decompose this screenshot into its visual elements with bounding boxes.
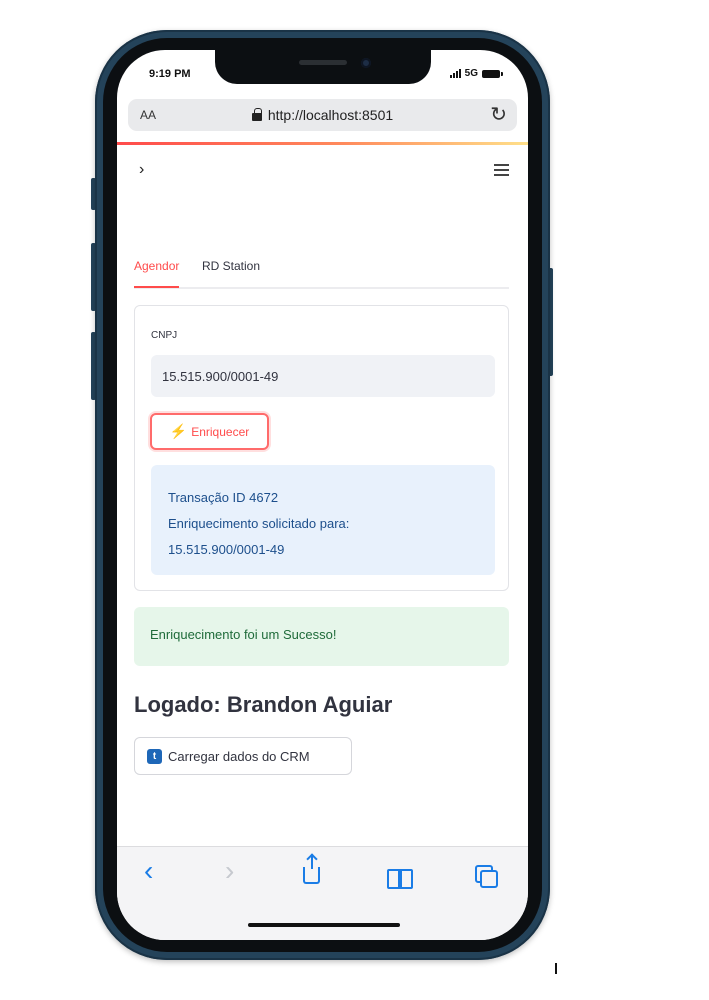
battery-icon [482,69,503,78]
transaction-id-text: Transação ID 4672 [168,490,279,505]
load-crm-label: Carregar dados do CRM [168,748,310,764]
text-cursor [555,963,557,974]
requested-cnpj-text: 15.515.900/0001-49 [168,542,285,557]
cnpj-input[interactable] [151,355,495,397]
url-text: http://localhost:8501 [267,107,394,123]
tabs-icon[interactable] [475,859,498,888]
address-bar[interactable]: AA http://localhost:8501 ↻ [128,99,517,131]
lock-icon [251,108,262,121]
enrich-button[interactable]: ⚡ Enriquecer [150,413,269,450]
reload-icon[interactable]: ↻ [490,102,507,127]
network-type: 5G [464,68,478,79]
front-camera [361,58,371,68]
lightning-icon: ⚡ [169,423,188,439]
url-display[interactable]: http://localhost:8501 [128,107,517,123]
enrichment-requested-text: Enriquecimento solicitado para: [168,516,350,531]
cnpj-label: CNPJ [151,330,178,341]
tab-bar: Agendor RD Station [134,257,509,289]
signal-icon [449,69,461,78]
phone-screen: 9:19 PM 5G AA http://localhost:8501 ↻ › … [117,50,528,940]
transaction-info-alert: Transação ID 4672 Enriquecimento solicit… [151,465,495,575]
status-indicators: 5G [449,68,503,79]
load-crm-button[interactable]: t Carregar dados do CRM [134,737,352,775]
enrich-button-label: Enriquecer [191,424,250,439]
success-alert: Enriquecimento foi um Sucesso! [134,607,509,666]
crm-logo-icon: t [147,748,162,764]
status-time: 9:19 PM [149,68,191,80]
bookmarks-icon[interactable] [387,859,413,889]
back-icon[interactable]: ‹ [144,855,153,887]
enrichment-form: CNPJ ⚡ Enriquecer Transação ID 4672 Enri… [134,305,509,591]
app-header-decoration [117,142,528,145]
sidebar-expand-icon[interactable]: › [139,161,144,179]
notch [215,50,431,84]
forward-icon[interactable]: › [225,855,234,887]
home-indicator[interactable] [248,923,400,927]
logged-user-heading: Logado: Brandon Aguiar [134,692,393,717]
tab-agendor[interactable]: Agendor [134,259,180,288]
tab-rd-station[interactable]: RD Station [202,259,260,288]
share-icon[interactable] [303,855,320,884]
menu-icon[interactable] [494,164,509,176]
earpiece-speaker [299,60,347,65]
